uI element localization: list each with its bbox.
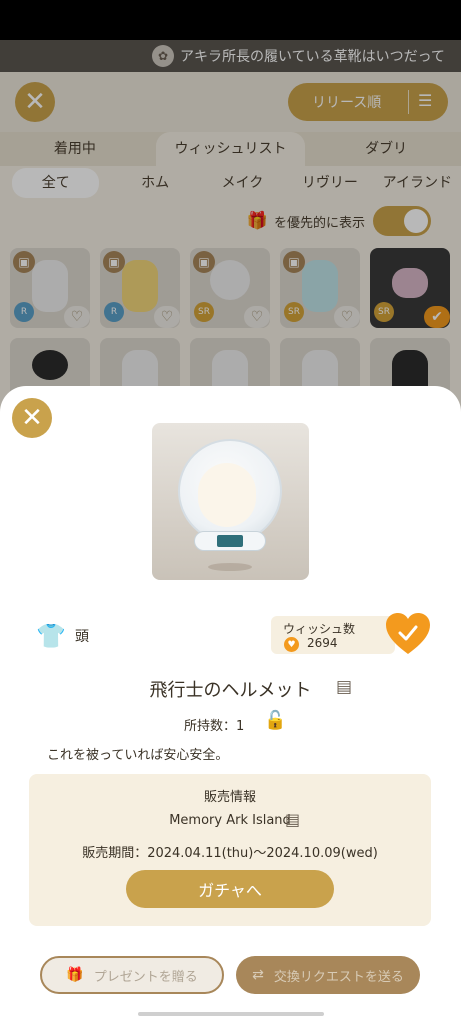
- present-button[interactable]: 🎁 プレゼントを贈る: [40, 956, 224, 994]
- status-bar: [0, 0, 461, 40]
- item-detail-sheet: ✕ 👕 頭 ウィッシュ数 ♥ 2694 飛行士のヘルメット ▤ 所持数：1 🔓 …: [0, 386, 461, 1024]
- collar-panel: [217, 535, 243, 547]
- sale-title: 販売情報: [203, 790, 256, 805]
- shirt-icon: 👕: [36, 622, 66, 650]
- present-label: プレゼントを贈る: [93, 969, 198, 985]
- helmet-face: [198, 463, 256, 527]
- sale-place: Memory Ark Island: [169, 813, 291, 828]
- exchange-request-button[interactable]: ⇄ 交換リクエストを送る: [236, 956, 420, 994]
- wish-title: ウィッシュ数: [283, 622, 356, 636]
- owned-count: 所持数：1: [184, 719, 245, 734]
- wish-count: 2694: [307, 636, 338, 650]
- home-indicator[interactable]: [138, 1012, 324, 1016]
- gacha-button[interactable]: ガチャへ: [126, 870, 334, 908]
- item-description: これを被っていれば安心安全。: [47, 748, 229, 763]
- heart-small-icon: ♥: [284, 637, 299, 652]
- wish-count-box: ウィッシュ数 ♥ 2694: [271, 616, 395, 654]
- item-name: 飛行士のヘルメット: [149, 680, 312, 701]
- sale-period: 販売期間：2024.04.11(thu)〜2024.10.09(wed): [82, 846, 378, 861]
- wishlist-heart-icon[interactable]: [385, 612, 431, 656]
- category-label: 頭: [75, 629, 89, 645]
- exchange-icon: ⇄: [252, 967, 264, 983]
- close-icon[interactable]: ✕: [12, 398, 52, 438]
- exchange-label: 交換リクエストを送る: [273, 969, 404, 985]
- helmet-collar: [194, 531, 266, 551]
- unlock-icon[interactable]: 🔓: [264, 710, 286, 731]
- image-shadow: [208, 563, 252, 571]
- item-image: [152, 423, 309, 580]
- sale-info-box: 販売情報 Memory Ark Island ▤ 販売期間：2024.04.11…: [29, 774, 431, 926]
- document-icon[interactable]: ▤: [336, 677, 352, 697]
- document-icon[interactable]: ▤: [285, 810, 300, 829]
- gift-icon: 🎁: [66, 967, 84, 983]
